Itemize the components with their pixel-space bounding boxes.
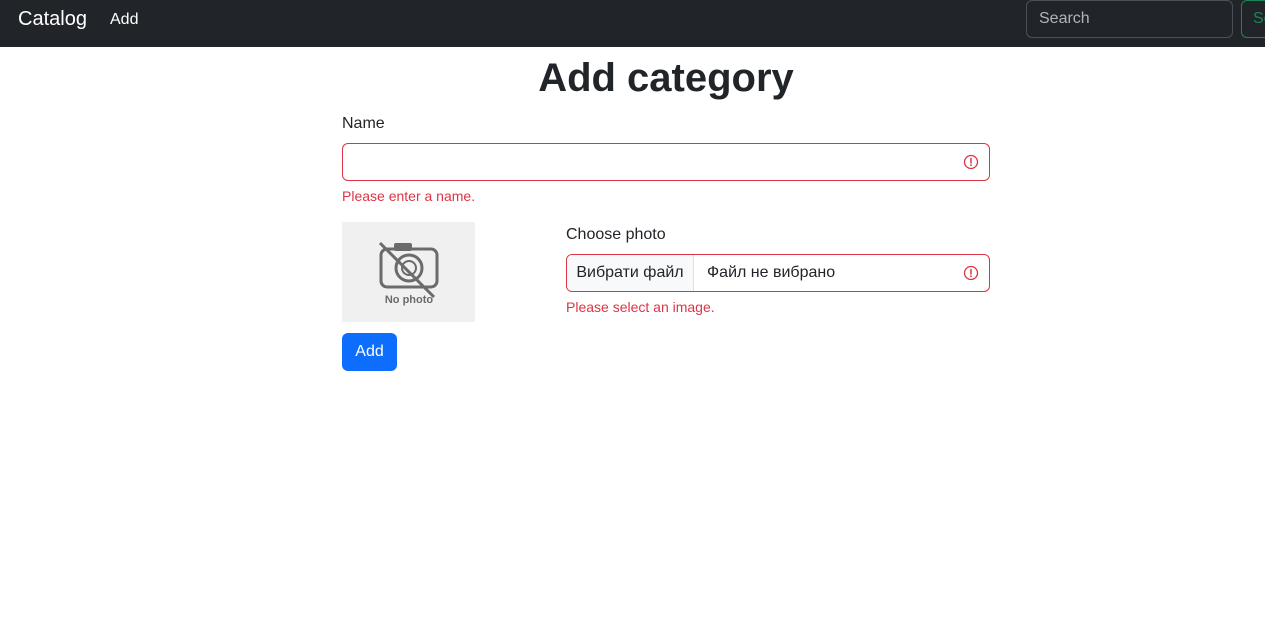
navbar: Catalog Add Se — [0, 0, 1265, 47]
add-button[interactable]: Add — [342, 333, 397, 371]
photo-preview: No photo — [342, 222, 475, 322]
exclamation-circle-icon — [963, 154, 979, 170]
camera-off-icon: No photo — [378, 241, 439, 306]
search-input[interactable] — [1026, 0, 1233, 38]
name-label: Name — [342, 115, 385, 132]
name-error: Please enter a name. — [342, 188, 476, 204]
exclamation-circle-icon — [963, 265, 979, 281]
nav-link-add[interactable]: Add — [110, 11, 138, 29]
file-status: Файл не вибрано — [707, 264, 836, 281]
file-input[interactable]: Вибрати файл Файл не вибрано — [566, 254, 990, 292]
no-photo-text: No photo — [385, 294, 434, 306]
choose-file-button[interactable]: Вибрати файл — [567, 255, 694, 291]
page-title: Add category — [538, 56, 794, 100]
name-input[interactable] — [342, 143, 990, 181]
photo-error: Please select an image. — [566, 299, 715, 315]
search-button[interactable]: Se — [1241, 0, 1265, 38]
photo-label: Choose photo — [566, 226, 666, 243]
brand-link[interactable]: Catalog — [18, 8, 87, 31]
